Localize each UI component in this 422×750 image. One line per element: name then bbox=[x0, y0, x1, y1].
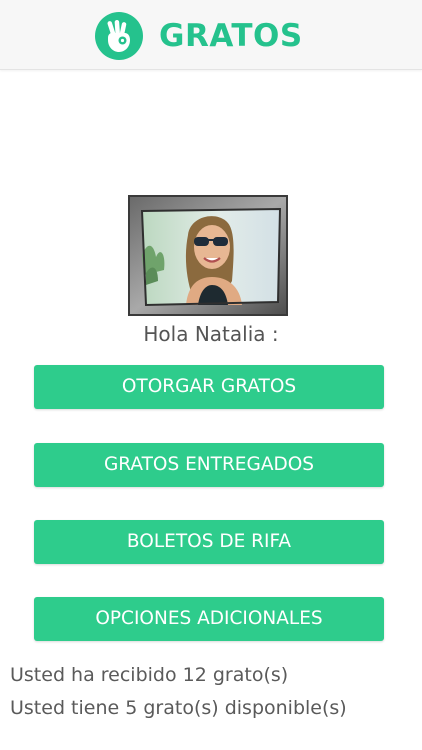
greeting-text: Hola Natalia : bbox=[143, 322, 279, 346]
app-header: GRATOS bbox=[0, 0, 422, 70]
otorgar-gratos-button[interactable]: OTORGAR GRATOS bbox=[34, 365, 384, 409]
gratos-entregados-button[interactable]: GRATOS ENTREGADOS bbox=[34, 443, 384, 487]
opciones-adicionales-button[interactable]: OPCIONES ADICIONALES bbox=[34, 597, 384, 641]
profile-photo bbox=[128, 195, 288, 316]
boletos-de-rifa-button[interactable]: BOLETOS DE RIFA bbox=[34, 520, 384, 564]
app-screen: GRATOS Hola Natalia: OTORGAR GRATOS GRA… bbox=[0, 0, 422, 750]
received-gratos-text: Usted ha recibido 12 grato(s) bbox=[10, 664, 289, 686]
ok-hand-logo-icon bbox=[95, 12, 143, 60]
app-title: GRATOS bbox=[159, 18, 303, 54]
available-gratos-text: Usted tiene 5 grato(s) disponible(s) bbox=[10, 697, 347, 719]
